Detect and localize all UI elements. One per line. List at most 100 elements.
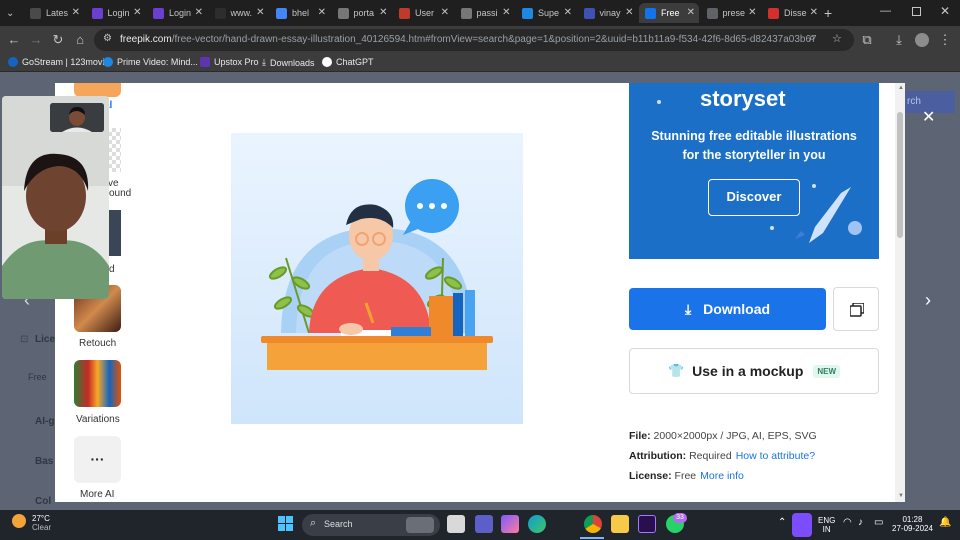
tab-close-icon[interactable]: ✕ (810, 7, 818, 18)
tab-close-icon[interactable]: ✕ (318, 7, 326, 18)
tab-close-icon[interactable]: ✕ (195, 7, 203, 18)
bookmark-label: GoStream | 123movi... (22, 57, 112, 67)
home-icon[interactable]: ⌂ (71, 31, 89, 49)
tab-strip: ⌄ Lates ✕ Login ✕ Login ✕ www. ✕ bhel ✕ porta ✕ User… (0, 0, 960, 26)
task-view-icon[interactable] (447, 515, 465, 533)
downloads-icon[interactable]: ⤓ (890, 31, 908, 49)
tool-thumb-edit[interactable] (108, 210, 121, 256)
wifi-icon[interactable]: ◠ (843, 517, 852, 528)
license-info: License: Free More info (629, 470, 744, 482)
address-bar[interactable]: ⚙ freepik.com/free-vector/hand-drawn-ess… (94, 29, 854, 51)
tray-overflow-icon[interactable]: ⌃ (778, 517, 786, 528)
tab-close-icon[interactable]: ✕ (256, 7, 264, 18)
bookmark-star-icon[interactable]: ☆ (832, 32, 842, 45)
bg-free-text: Free (28, 372, 47, 382)
battery-icon[interactable]: ▭ (874, 517, 883, 528)
tab-close-icon[interactable]: ✕ (748, 7, 756, 18)
zoom-icon[interactable]: ⌕ (809, 32, 815, 45)
bookmark-downloads[interactable]: ⤓ Downloads (262, 57, 315, 68)
site-info-icon[interactable]: ⚙ (103, 33, 112, 44)
restore-button[interactable] (912, 7, 921, 16)
how-to-attribute-link[interactable]: How to attribute? (736, 450, 815, 462)
tagline-line-1: Stunning free editable illustrations (651, 129, 857, 143)
browser-tab[interactable]: porta ✕ (332, 3, 392, 23)
tool-variations[interactable] (74, 360, 121, 407)
back-button[interactable]: ← (5, 31, 23, 49)
browser-tab[interactable]: prese ✕ (701, 3, 761, 23)
scroll-down-icon[interactable]: ▼ (898, 493, 904, 499)
extensions-icon[interactable]: ⧉ (858, 31, 876, 49)
language-indicator[interactable]: ENG IN (818, 516, 835, 534)
discover-button[interactable]: Discover (708, 179, 800, 216)
browser-tab[interactable]: User ✕ (393, 3, 453, 23)
volume-icon[interactable]: ♪ (858, 517, 863, 528)
browser-tab[interactable]: Login ✕ (86, 3, 146, 23)
file-explorer-icon[interactable] (611, 515, 629, 533)
tool-more-ai[interactable]: ··· (74, 436, 121, 483)
forward-button[interactable]: → (27, 31, 45, 49)
taskbar-search-box[interactable]: ⌕ Search (302, 514, 440, 536)
storyset-logo[interactable]: storyset (700, 86, 786, 112)
browser-tab[interactable]: Login ✕ (147, 3, 207, 23)
notifications-icon[interactable]: 🔔 (939, 517, 951, 528)
tab-label: porta (353, 8, 375, 18)
tab-label: prese (722, 8, 746, 18)
bg-basic-text: Bas (35, 456, 54, 467)
browser-tab[interactable]: www. ✕ (209, 3, 269, 23)
bookmark-chatgpt[interactable]: ChatGPT (322, 57, 374, 67)
whatsapp-badge: 33 (673, 513, 687, 523)
copilot-icon[interactable] (501, 515, 519, 533)
tool-thumb-top[interactable] (74, 83, 121, 97)
weather-widget[interactable]: 27°C Clear (32, 514, 51, 532)
after-effects-icon[interactable] (638, 515, 656, 533)
use-in-mockup-button[interactable]: 👕 Use in a mockup NEW (629, 348, 879, 394)
microphone-icon[interactable] (792, 513, 812, 537)
tab-close-icon[interactable]: ✕ (564, 7, 572, 18)
teams-icon[interactable] (475, 515, 493, 533)
browser-tab[interactable]: Supe ✕ (516, 3, 576, 23)
bg-ai-text: AI-g (35, 416, 55, 427)
clock-date: 27-09-2024 (892, 524, 933, 533)
webcam-self-view[interactable] (50, 103, 104, 132)
tab-close-icon[interactable]: ✕ (441, 7, 449, 18)
browser-tab[interactable]: bhel ✕ (270, 3, 330, 23)
tab-close-icon[interactable]: ✕ (687, 7, 695, 18)
profile-avatar[interactable] (915, 33, 929, 47)
tool-thumb-remove-bg[interactable] (108, 128, 121, 172)
browser-tab[interactable]: passi ✕ (455, 3, 515, 23)
modal-scroll-thumb[interactable] (897, 112, 903, 238)
tab-close-icon[interactable]: ✕ (625, 7, 633, 18)
new-tab-button[interactable]: + (824, 5, 832, 21)
tab-search-button[interactable]: ⌄ (0, 3, 24, 23)
essay-illustration-preview[interactable] (231, 133, 523, 424)
add-to-collection-button[interactable] (833, 287, 879, 331)
scroll-up-icon[interactable]: ▲ (898, 85, 904, 91)
tab-close-icon[interactable]: ✕ (72, 7, 80, 18)
browser-tab[interactable]: vinay ✕ (578, 3, 638, 23)
tab-close-icon[interactable]: ✕ (379, 7, 387, 18)
menu-kebab-icon[interactable]: ⋮ (936, 31, 954, 49)
browser-tab[interactable]: Free ✕ (639, 3, 699, 23)
download-button[interactable]: ⤓ Download (629, 288, 826, 330)
close-modal-icon[interactable]: ✕ (922, 107, 935, 127)
url-text[interactable]: freepik.com/free-vector/hand-drawn-essay… (120, 34, 817, 45)
bookmark-upstox[interactable]: Upstox Pro (200, 57, 259, 67)
tab-favicon-icon (583, 7, 595, 19)
chrome-icon[interactable] (584, 515, 602, 533)
tab-close-icon[interactable]: ✕ (133, 7, 141, 18)
minimize-button[interactable]: — (880, 5, 891, 17)
reload-button[interactable]: ↻ (49, 31, 67, 49)
edge-icon[interactable] (528, 515, 546, 533)
close-window-button[interactable]: ✕ (940, 4, 950, 18)
bookmark-prime-video[interactable]: Prime Video: Mind... (103, 57, 198, 67)
tab-close-icon[interactable]: ✕ (502, 7, 510, 18)
windows-logo-icon (278, 516, 293, 531)
windows-start-icon[interactable] (278, 516, 294, 537)
next-image-arrow-icon[interactable]: › (925, 290, 931, 311)
clock[interactable]: 01:28 27-09-2024 (892, 515, 933, 533)
browser-tab[interactable]: Disse ✕ (762, 3, 822, 23)
weather-moon-icon[interactable] (12, 514, 26, 528)
browser-tab[interactable]: Lates ✕ (24, 3, 84, 23)
bookmark-gostream[interactable]: GoStream | 123movi... (8, 57, 112, 67)
more-info-link[interactable]: More info (700, 470, 744, 482)
